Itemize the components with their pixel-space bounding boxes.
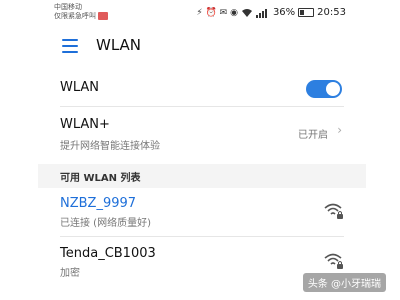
- emergency-only-text: 仅限紧急呼叫: [54, 12, 96, 20]
- network-ssid: NZBZ_9997: [60, 196, 137, 211]
- wlan-toggle-row[interactable]: WLAN: [38, 70, 366, 106]
- network-item-nzbz-9997[interactable]: NZBZ_9997 已连接 (网络质量好): [38, 188, 366, 236]
- status-bar: 中国移动 仅限紧急呼叫 ⚡ ⏰ ✉ ◉ 36% 20:53: [38, 0, 366, 26]
- settings-screen: 中国移动 仅限紧急呼叫 ⚡ ⏰ ✉ ◉ 36% 20:53 WLAN WLAN: [38, 0, 366, 300]
- wlan-label: WLAN: [60, 80, 100, 95]
- carrier-name: 中国移动: [54, 3, 82, 11]
- wifi-locked-icon: [324, 203, 343, 219]
- network-ssid: Tenda_CB1003: [60, 246, 156, 261]
- switch-knob: [326, 82, 340, 96]
- wlan-plus-row[interactable]: WLAN+ 提升网络智能连接体验 已开启 ›: [38, 108, 366, 162]
- menu-icon[interactable]: [62, 39, 80, 53]
- carrier-info: 中国移动 仅限紧急呼叫: [54, 3, 108, 21]
- status-glyphs: ⚡ ⏰ ✉ ◉: [196, 7, 238, 18]
- wlan-plus-status: 已开启: [298, 130, 328, 141]
- signal-icon: [255, 8, 267, 18]
- divider: [60, 236, 344, 237]
- wifi-status-icon: [241, 8, 252, 17]
- battery-percent: 36%: [272, 7, 296, 18]
- watermark: 头条 @小牙瑞瑞: [302, 273, 386, 292]
- divider: [60, 106, 344, 107]
- section-title: 可用 WLAN 列表: [60, 173, 141, 184]
- network-status: 已连接 (网络质量好): [60, 218, 151, 229]
- chevron-right-icon: ›: [337, 123, 342, 137]
- sim-card-icon: [98, 12, 108, 20]
- network-status: 加密: [60, 268, 80, 279]
- clock: 20:53: [317, 7, 346, 18]
- page-title: WLAN: [96, 36, 142, 54]
- wifi-locked-icon: [324, 253, 343, 269]
- wlan-switch[interactable]: [306, 80, 342, 98]
- wlan-plus-label: WLAN+: [60, 117, 110, 132]
- wlan-plus-description: 提升网络智能连接体验: [60, 141, 160, 152]
- available-networks-header: 可用 WLAN 列表: [38, 164, 366, 188]
- status-icons: ⚡ ⏰ ✉ ◉ 36% 20:53: [196, 7, 346, 18]
- battery-icon: [298, 8, 315, 17]
- app-bar: WLAN: [38, 26, 366, 66]
